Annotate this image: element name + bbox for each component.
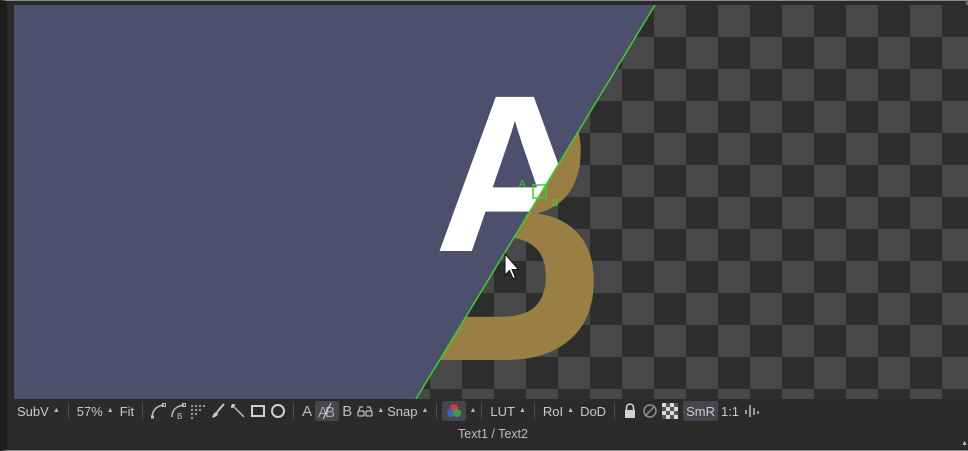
toolbar-divider <box>533 403 535 419</box>
dod-button[interactable]: DoD <box>577 401 609 421</box>
toolbar-divider <box>481 403 483 419</box>
prevent-update-button[interactable] <box>640 401 660 421</box>
dod-label: DoD <box>580 403 607 419</box>
checker-toggle-button[interactable] <box>660 401 680 421</box>
rectangle-icon <box>251 405 266 417</box>
stereo-glasses-icon <box>357 406 373 417</box>
toolbar-divider <box>293 403 295 419</box>
checkerboard-icon <box>662 403 679 419</box>
roi-label: RoI <box>542 403 564 419</box>
lut-menu-button[interactable]: LUT ▲ <box>487 401 529 421</box>
subview-menu-button[interactable]: SubV ▲ <box>14 401 63 421</box>
ellipse-tool-button[interactable] <box>268 401 288 421</box>
svg-text:B: B <box>177 412 182 420</box>
buffer-a-button[interactable]: A <box>299 401 315 421</box>
rectangle-tool-button[interactable] <box>248 401 268 421</box>
fit-button[interactable]: Fit <box>117 401 137 421</box>
viewer-canvas[interactable]: B A A B <box>14 5 968 399</box>
caret-up-icon: ▲ <box>52 406 60 414</box>
buffer-ab-split-button[interactable]: A B AB <box>315 401 340 421</box>
buffer-a-label: A <box>302 402 313 420</box>
ratio-label: 1:1 <box>720 403 740 419</box>
color-channel-button[interactable] <box>442 401 467 421</box>
one-to-one-button[interactable]: 1:1 <box>718 401 742 421</box>
zoom-label: 57% <box>76 403 103 419</box>
caret-up-icon: ▲ <box>421 406 429 414</box>
caret-up-icon: ▲ <box>518 406 526 414</box>
toolbar-divider <box>142 403 144 419</box>
toolbar-divider <box>436 403 438 419</box>
resize-caret-icon[interactable]: ▲ <box>961 440 968 447</box>
caret-up-icon[interactable]: ▲ <box>377 407 384 414</box>
stereo-glasses-button[interactable] <box>355 401 375 421</box>
toolbar-divider <box>614 403 616 419</box>
viewer-node-names: Text1 / Text2 <box>458 427 528 441</box>
magic-wand-tool-button[interactable] <box>228 401 248 421</box>
viewer-image[interactable]: B A A B <box>14 5 968 399</box>
split-marker-a: A <box>519 179 526 190</box>
lock-icon <box>625 403 636 418</box>
paint-tool-button[interactable] <box>208 401 228 421</box>
paintbrush-icon <box>212 403 225 418</box>
roi-menu-button[interactable]: RoI ▲ <box>540 401 577 421</box>
buffer-b-label: B <box>342 402 353 420</box>
split-marker-b: B <box>552 198 559 209</box>
bspline-icon: B <box>171 403 187 420</box>
zoom-menu-button[interactable]: 57% ▲ <box>74 401 117 421</box>
histogram-icon <box>745 405 760 417</box>
ellipse-icon <box>271 404 286 418</box>
histogram-button[interactable] <box>742 401 762 421</box>
smr-label: SmR <box>686 403 715 419</box>
subview-label: SubV <box>17 403 49 419</box>
polyline-icon <box>151 403 167 419</box>
toolbar-divider <box>67 403 69 419</box>
viewer-window: B A A B SubV▲ 57%▲ Fit <box>0 0 968 451</box>
caret-up-icon: ▲ <box>106 406 114 414</box>
slashed-circle-icon <box>643 404 657 418</box>
snap-label: Snap <box>387 403 418 419</box>
grid-tool-button[interactable] <box>188 401 208 421</box>
smr-button[interactable]: SmR <box>683 401 718 421</box>
buffer-b-button[interactable]: B <box>339 401 355 421</box>
lut-label: LUT <box>490 403 515 419</box>
magic-wand-icon <box>231 404 245 418</box>
rgb-channels-icon <box>447 404 462 417</box>
fit-label: Fit <box>119 403 135 419</box>
grid-dots-icon <box>191 405 206 419</box>
bspline-tool-button[interactable]: B <box>168 401 188 421</box>
caret-up-icon[interactable]: ▲ <box>469 407 476 414</box>
viewer-status-bar: Text1 / Text2 ▲ <box>14 423 968 450</box>
snap-menu-button[interactable]: Snap ▲ <box>384 401 431 421</box>
caret-up-icon: ▲ <box>567 406 575 414</box>
viewer-toolbar: SubV ▲ 57% ▲ Fit B A A B B ▲ Snap ▲ ▲ LU… <box>14 399 968 423</box>
polyline-tool-button[interactable] <box>148 401 168 421</box>
ab-split-icon: A B <box>318 402 335 420</box>
lock-button[interactable] <box>620 401 640 421</box>
